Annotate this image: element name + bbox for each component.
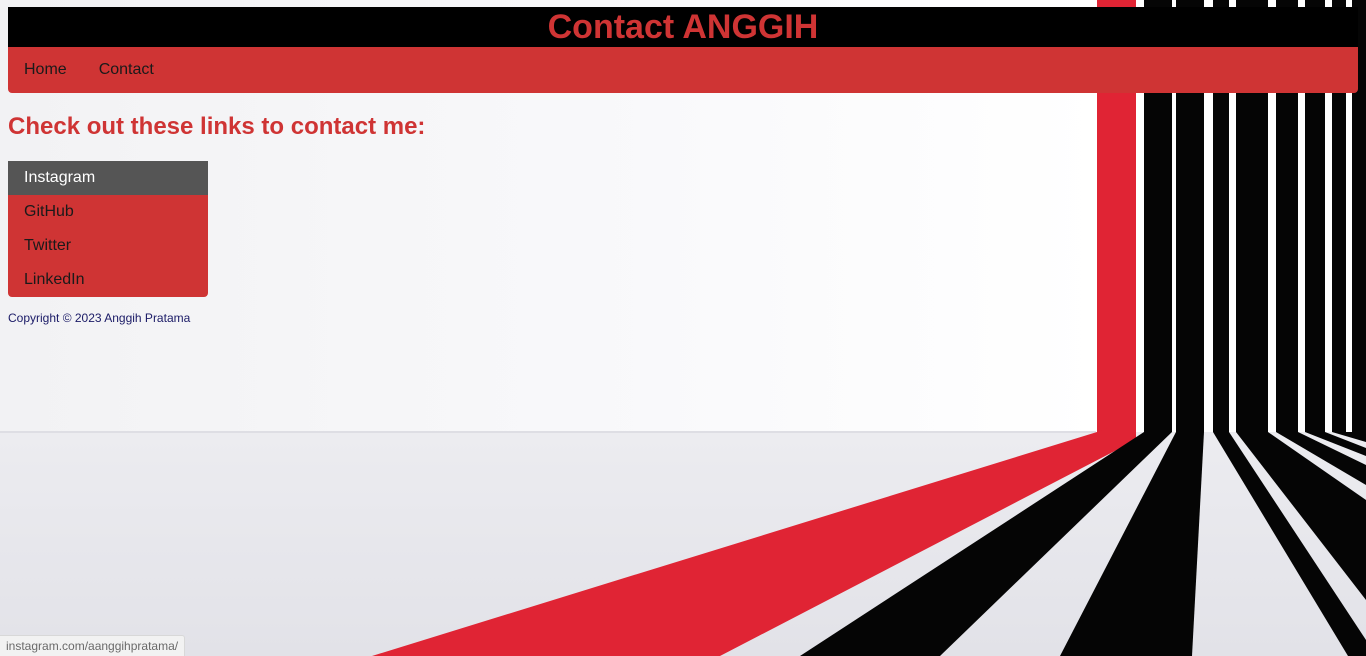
link-github[interactable]: GitHub xyxy=(8,195,208,229)
link-twitter[interactable]: Twitter xyxy=(8,229,208,263)
link-linkedin[interactable]: LinkedIn xyxy=(8,263,208,297)
page-title: Contact ANGGIH xyxy=(547,8,819,46)
contact-links-list: Instagram GitHub Twitter LinkedIn xyxy=(8,161,208,297)
copyright-footer: Copyright © 2023 Anggih Pratama xyxy=(8,311,191,325)
site-header: Contact ANGGIH xyxy=(8,7,1358,47)
nav-link-home[interactable]: Home xyxy=(8,47,83,93)
navbar: Home Contact xyxy=(8,47,1358,93)
link-instagram[interactable]: Instagram xyxy=(8,161,208,195)
contact-heading: Check out these links to contact me: xyxy=(8,113,426,140)
nav-link-contact[interactable]: Contact xyxy=(83,47,170,93)
page: Contact ANGGIH Home Contact Check out th… xyxy=(0,0,1366,656)
browser-status-url: instagram.com/aanggihpratama/ xyxy=(0,635,186,656)
